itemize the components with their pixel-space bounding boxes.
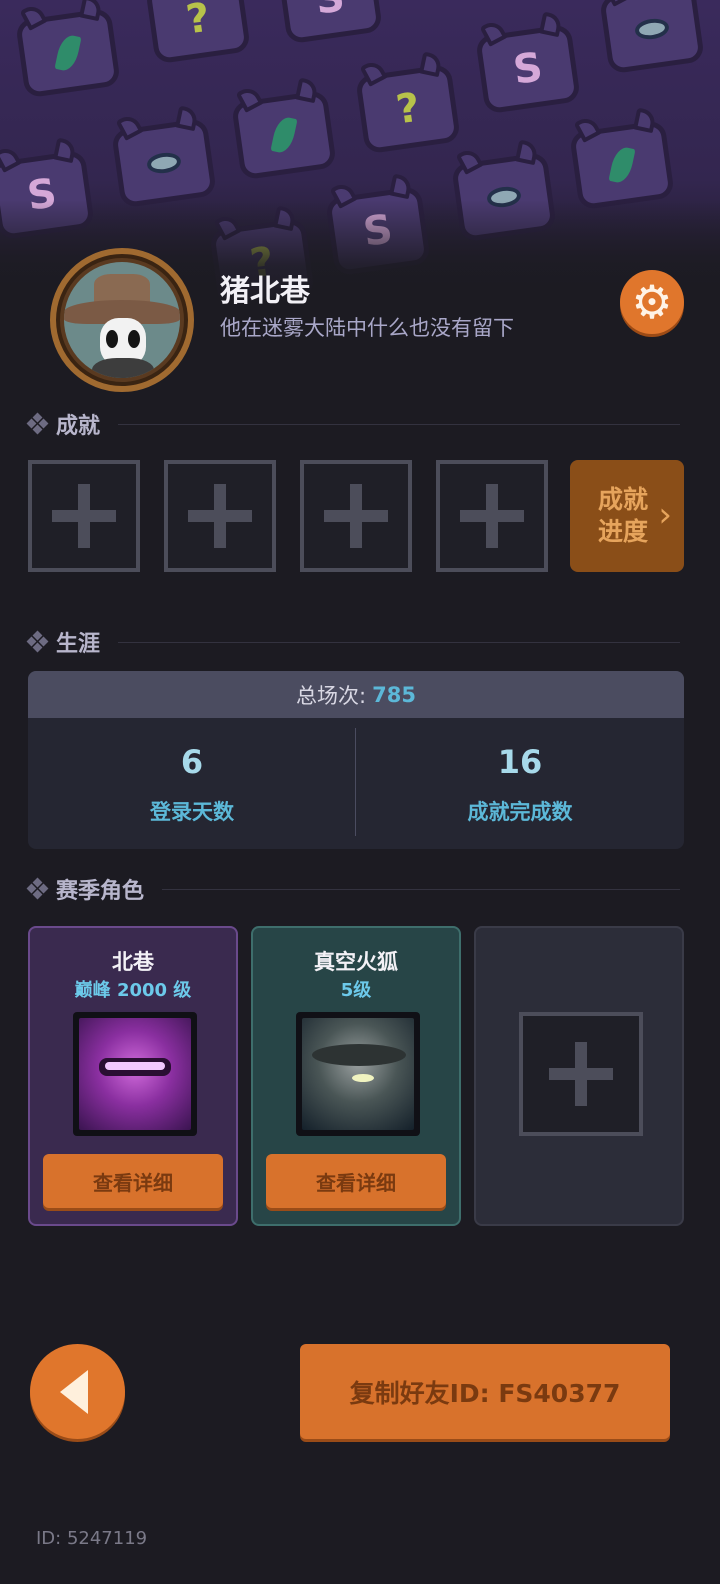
plus-icon xyxy=(324,484,388,548)
total-matches-label: 总场次: xyxy=(296,683,367,708)
chevron-right-icon: › xyxy=(658,495,672,535)
achievement-slot[interactable] xyxy=(164,460,276,572)
achievements-header: 成就 xyxy=(26,409,680,439)
section-title: 生涯 xyxy=(56,632,101,657)
banner-tile: ? xyxy=(145,0,251,65)
section-title: 赛季角色 xyxy=(56,879,145,904)
view-details-button[interactable]: 查看详细 xyxy=(43,1154,223,1208)
plus-icon xyxy=(52,484,116,548)
settings-button[interactable]: ⚙ xyxy=(620,270,684,334)
achievement-progress-button[interactable]: 成就 进度 › xyxy=(570,460,684,572)
stat-label: 成就完成数 xyxy=(467,799,573,824)
plus-icon xyxy=(460,484,524,548)
stat-label: 登录天数 xyxy=(150,799,234,824)
banner-tile xyxy=(569,107,675,211)
achievement-progress-label: 成就 xyxy=(597,485,648,514)
achievement-progress-label: 进度 xyxy=(597,517,648,546)
character-portrait xyxy=(73,1012,197,1136)
stat-value: 6 xyxy=(180,742,204,781)
season-header: 赛季角色 xyxy=(26,874,680,904)
banner-tile: S xyxy=(475,11,581,115)
career-header: 生涯 xyxy=(26,627,680,657)
banner-tile: S xyxy=(277,0,383,45)
plus-icon xyxy=(188,484,252,548)
character-card: 真空火狐 5级 查看详细 xyxy=(251,926,461,1226)
diamond-icon xyxy=(26,412,49,435)
copy-friend-id-button[interactable]: 复制好友ID: FS40377 xyxy=(300,1344,670,1439)
back-arrow-icon xyxy=(59,1369,88,1414)
banner-tile xyxy=(231,77,337,181)
character-name: 北巷 xyxy=(112,950,154,974)
section-title: 成就 xyxy=(56,414,101,439)
add-character-card[interactable] xyxy=(474,926,684,1226)
total-matches-value: 785 xyxy=(372,682,416,707)
stat-divider xyxy=(355,728,356,836)
banner-tile xyxy=(111,105,217,209)
gear-icon: ⚙ xyxy=(631,275,673,329)
character-level: 巅峰 2000 级 xyxy=(74,980,192,1001)
view-details-button[interactable]: 查看详细 xyxy=(266,1154,446,1208)
banner-tile xyxy=(599,0,705,75)
banner-tile xyxy=(15,0,121,99)
achievement-slot[interactable] xyxy=(300,460,412,572)
back-button[interactable] xyxy=(30,1344,125,1439)
career-panel: 总场次: 785 6 登录天数 16 成就完成数 xyxy=(28,671,684,849)
character-level: 5级 xyxy=(340,980,372,1001)
diamond-icon xyxy=(26,630,49,653)
character-portrait xyxy=(296,1012,420,1136)
player-avatar[interactable] xyxy=(50,248,194,392)
empty-character-slot[interactable] xyxy=(519,1012,643,1136)
character-name: 真空火狐 xyxy=(314,950,398,974)
character-card: 北巷 巅峰 2000 级 查看详细 xyxy=(28,926,238,1226)
stat-login-days: 6 登录天数 xyxy=(28,718,356,849)
stat-achievements-completed: 16 成就完成数 xyxy=(356,718,684,849)
banner-tile: ? xyxy=(355,51,461,155)
achievement-slot[interactable] xyxy=(436,460,548,572)
player-name: 猪北巷 xyxy=(220,274,310,309)
player-id: ID: 5247119 xyxy=(36,1528,148,1549)
diamond-icon xyxy=(26,877,49,900)
achievement-slot[interactable] xyxy=(28,460,140,572)
stat-value: 16 xyxy=(497,742,543,781)
plus-icon xyxy=(549,1042,613,1106)
divider xyxy=(162,888,680,890)
divider xyxy=(118,423,680,425)
total-matches: 总场次: 785 xyxy=(28,671,684,718)
divider xyxy=(118,641,680,643)
player-signature: 他在迷雾大陆中什么也没有留下 xyxy=(220,316,514,340)
